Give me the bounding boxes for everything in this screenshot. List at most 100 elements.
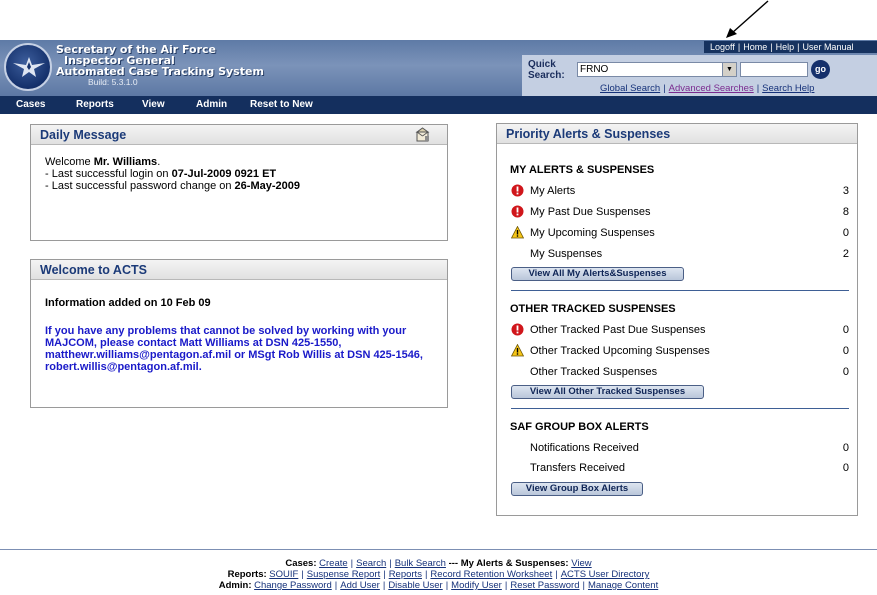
footer-modify-user-link[interactable]: Modify User — [451, 580, 502, 591]
info-text: If you have any problems that cannot be … — [45, 325, 423, 373]
last-password-change-value: 26-May-2009 — [234, 180, 300, 192]
priority-alerts-header: Priority Alerts & Suspenses — [497, 124, 857, 144]
global-search-link[interactable]: Global Search — [600, 83, 660, 94]
footer-admin-line: Admin: Change Password | Add User | Disable … — [218, 580, 659, 591]
quick-search-selected-value: FRNO — [580, 64, 609, 75]
welcome-header: Welcome to ACTS — [31, 260, 447, 280]
footer-suspense-report-link[interactable]: Suspense Report — [307, 569, 380, 580]
quick-search-label: Quick Search: — [528, 59, 565, 81]
my-upcoming-count: 0 — [842, 227, 849, 239]
last-password-change-line: - Last successful password change on 26-… — [45, 180, 300, 192]
nav-admin[interactable]: Admin — [196, 99, 227, 111]
my-past-due-count: 8 — [842, 206, 849, 218]
view-group-box-alerts-button[interactable]: View Group Box Alerts — [511, 482, 643, 496]
air-force-symbol-icon — [13, 57, 45, 77]
go-button[interactable]: go — [811, 60, 830, 79]
my-alerts-section-title: MY ALERTS & SUSPENSES — [510, 164, 655, 176]
notifications-received-count: 0 — [842, 442, 849, 454]
my-upcoming-row[interactable]: My Upcoming Suspenses 0 — [497, 225, 857, 241]
view-all-my-alerts-button[interactable]: View All My Alerts&Suspenses — [511, 267, 684, 281]
other-past-due-count: 0 — [842, 324, 849, 336]
build-version: Build: 5.3.1.0 — [88, 77, 138, 87]
notifications-received-label: Notifications Received — [530, 442, 639, 454]
daily-message-header: Daily Message — [31, 125, 447, 145]
info-date: Information added on 10 Feb 09 — [45, 297, 211, 309]
my-suspenses-row[interactable]: My Suspenses 2 — [497, 246, 857, 262]
footer-manage-content-link[interactable]: Manage Content — [588, 580, 658, 591]
notifications-received-row[interactable]: Notifications Received 0 — [497, 440, 857, 456]
priority-alerts-title: Priority Alerts & Suspenses — [506, 127, 671, 141]
warning-yellow-icon — [511, 226, 524, 239]
my-past-due-row[interactable]: My Past Due Suspenses 8 — [497, 204, 857, 220]
title-line-3: Automated Case Tracking System — [56, 65, 264, 78]
daily-message-body: Welcome Mr. Williams. - Last successful … — [31, 145, 447, 192]
alert-red-icon — [511, 205, 524, 218]
alert-red-icon — [511, 184, 524, 197]
footer-links: Cases: Create | Search | Bulk Search --- My … — [0, 558, 877, 591]
footer-create-link[interactable]: Create — [319, 558, 348, 569]
nav-view[interactable]: View — [142, 99, 165, 111]
logoff-link[interactable]: Logoff — [710, 42, 735, 52]
my-alerts-count: 3 — [842, 185, 849, 197]
footer-disable-user-link[interactable]: Disable User — [388, 580, 442, 591]
other-upcoming-count: 0 — [842, 345, 849, 357]
group-box-section-title: SAF GROUP BOX ALERTS — [510, 421, 649, 433]
other-upcoming-row[interactable]: Other Tracked Upcoming Suspenses 0 — [497, 343, 857, 359]
footer-reports-line: Reports: SOUIF | Suspense Report | Reports | R… — [227, 569, 650, 580]
annotation-arrow-icon — [726, 0, 769, 38]
other-past-due-label: Other Tracked Past Due Suspenses — [530, 324, 706, 336]
last-login-value: 07-Jul-2009 0921 ET — [171, 168, 277, 180]
my-upcoming-label: My Upcoming Suspenses — [530, 227, 655, 239]
welcome-line: Welcome Mr. Williams. — [45, 156, 161, 168]
search-help-link[interactable]: Search Help — [762, 83, 814, 94]
section-divider — [511, 290, 849, 291]
my-past-due-label: My Past Due Suspenses — [530, 206, 651, 218]
welcome-panel: Welcome to ACTS Information added on 10 … — [30, 259, 448, 408]
footer-view-link[interactable]: View — [571, 558, 591, 569]
chevron-down-icon[interactable]: ▼ — [722, 63, 736, 76]
home-link[interactable]: Home — [743, 42, 767, 52]
footer-user-directory-link[interactable]: ACTS User Directory — [561, 569, 650, 580]
footer-divider — [0, 549, 877, 550]
last-login-line: - Last successful login on 07-Jul-2009 0… — [45, 168, 277, 180]
welcome-body: Information added on 10 Feb 09 If you ha… — [31, 280, 447, 373]
transfers-received-count: 0 — [842, 462, 849, 474]
other-upcoming-label: Other Tracked Upcoming Suspenses — [530, 345, 710, 357]
nav-cases[interactable]: Cases — [16, 99, 45, 111]
my-suspenses-count: 2 — [842, 248, 849, 260]
top-links-bar: Logoff | Home | Help | User Manual — [704, 41, 877, 53]
daily-message-panel: Daily Message Welcome Mr. Williams. - La… — [30, 124, 448, 241]
main-nav-bar: Cases Reports View Admin Reset to New — [0, 96, 877, 114]
footer-reports-link[interactable]: Reports — [389, 569, 422, 580]
footer-reset-password-link[interactable]: Reset Password — [510, 580, 579, 591]
user-name: Mr. Williams — [93, 156, 158, 168]
footer-cases-line: Cases: Create | Search | Bulk Search --- My … — [285, 558, 592, 569]
quick-search-panel: Quick Search: FRNO ▼ go Global Search | Ad… — [522, 55, 877, 96]
nav-reports[interactable]: Reports — [76, 99, 114, 111]
other-suspenses-row[interactable]: Other Tracked Suspenses 0 — [497, 364, 857, 380]
help-link[interactable]: Help — [776, 42, 795, 52]
other-past-due-row[interactable]: Other Tracked Past Due Suspenses 0 — [497, 322, 857, 338]
other-tracked-section-title: OTHER TRACKED SUSPENSES — [510, 303, 676, 315]
nav-reset-to-new[interactable]: Reset to New — [250, 99, 313, 111]
quick-search-input[interactable] — [740, 62, 808, 77]
quick-search-type-select[interactable]: FRNO ▼ — [577, 62, 737, 77]
footer-add-user-link[interactable]: Add User — [340, 580, 380, 591]
other-suspenses-label: Other Tracked Suspenses — [530, 366, 658, 378]
footer-record-retention-link[interactable]: Record Retention Worksheet — [430, 569, 552, 580]
view-all-other-tracked-button[interactable]: View All Other Tracked Suspenses — [511, 385, 704, 399]
welcome-title: Welcome to ACTS — [40, 263, 147, 277]
advanced-searches-link[interactable]: Advanced Searches — [669, 83, 754, 94]
section-divider — [511, 408, 849, 409]
user-manual-link[interactable]: User Manual — [802, 42, 853, 52]
footer-change-password-link[interactable]: Change Password — [254, 580, 332, 591]
footer-souif-link[interactable]: SOUIF — [269, 569, 298, 580]
transfers-received-label: Transfers Received — [530, 462, 625, 474]
footer-search-link[interactable]: Search — [356, 558, 386, 569]
transfers-received-row[interactable]: Transfers Received 0 — [497, 460, 857, 476]
daily-message-title: Daily Message — [40, 128, 127, 142]
footer-bulk-search-link[interactable]: Bulk Search — [395, 558, 446, 569]
alert-red-icon — [511, 323, 524, 336]
my-alerts-row[interactable]: My Alerts 3 — [497, 183, 857, 199]
mail-icon[interactable] — [415, 127, 431, 143]
